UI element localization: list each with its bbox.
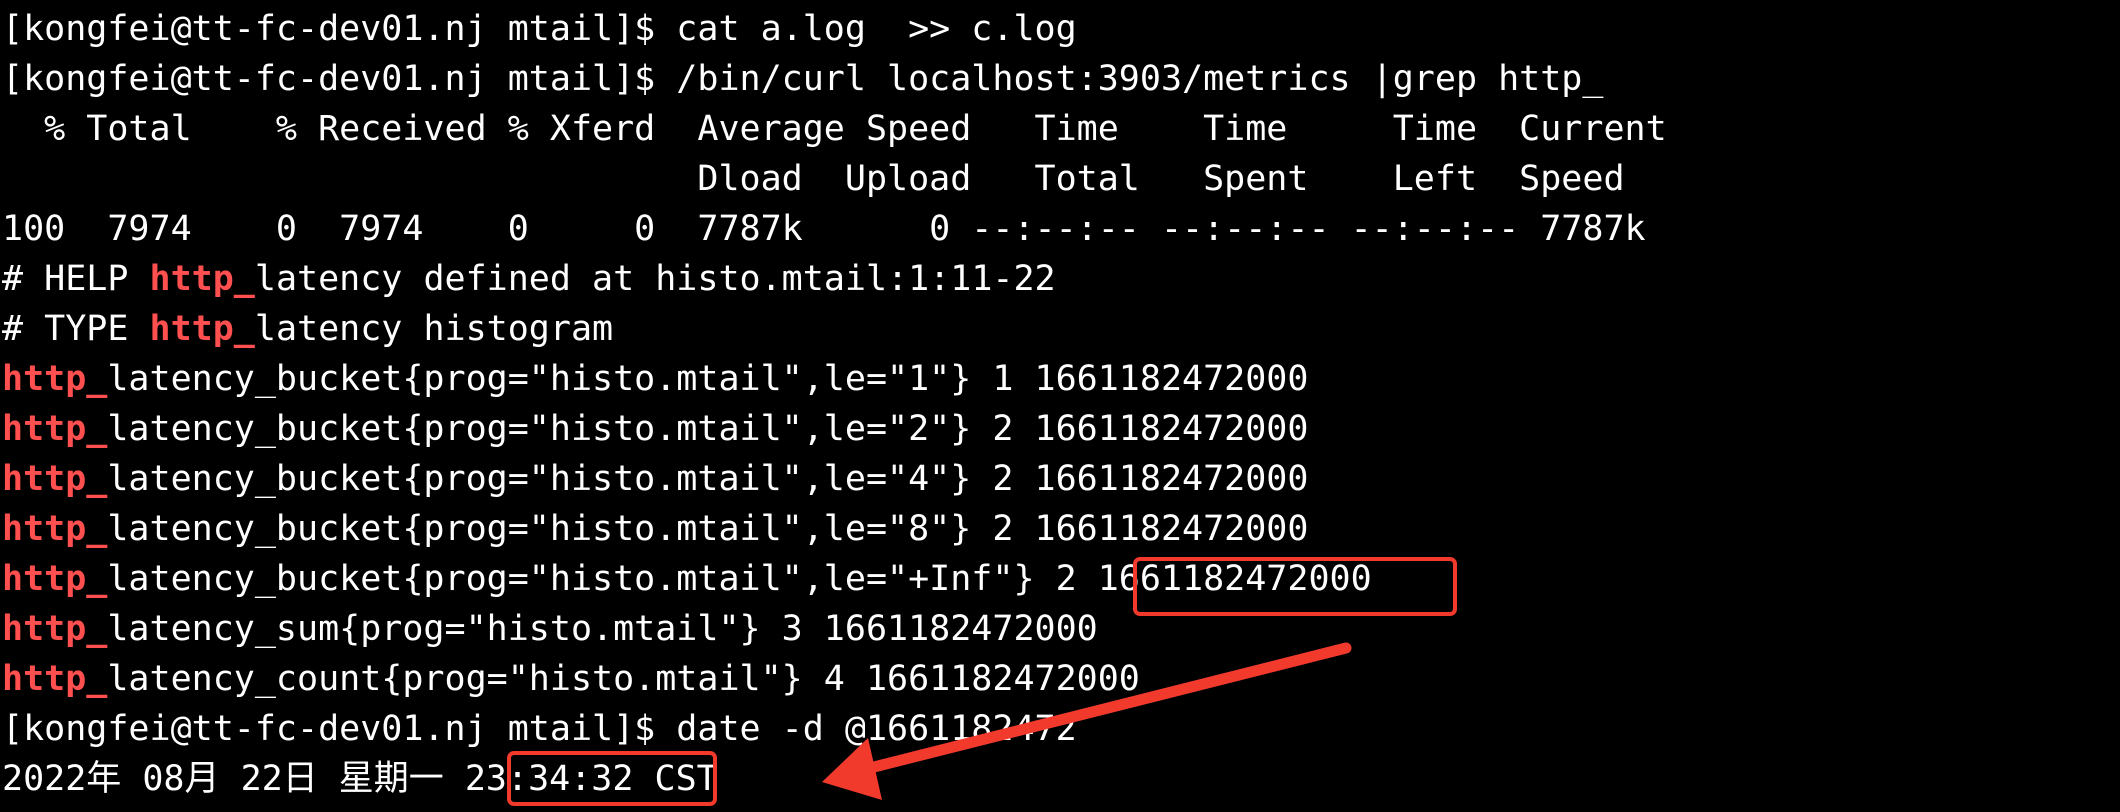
grep-match-highlight: http_ bbox=[2, 609, 108, 649]
terminal-output: [kongfei@tt-fc-dev01.nj mtail]$ cat a.lo… bbox=[2, 4, 1667, 804]
terminal-line: % Total % Received % Xferd Average Speed… bbox=[2, 109, 1667, 149]
terminal-line: 2022年 08月 22日 星期一 23:34:32 CST bbox=[2, 759, 718, 799]
terminal-line: http_latency_bucket{prog="histo.mtail",l… bbox=[2, 454, 1667, 504]
terminal-line: # TYPE http_latency histogram bbox=[2, 304, 1667, 354]
grep-match-highlight: http_ bbox=[149, 309, 255, 349]
terminal-line: [kongfei@tt-fc-dev01.nj mtail]$ /bin/cur… bbox=[2, 59, 1604, 99]
terminal-line: http_latency_bucket{prog="histo.mtail",l… bbox=[2, 354, 1667, 404]
line-text: latency_sum{prog="histo.mtail"} 3 166118… bbox=[107, 609, 1098, 649]
terminal-line: [kongfei@tt-fc-dev01.nj mtail]$ date -d … bbox=[2, 709, 1077, 749]
line-text: latency_bucket{prog="histo.mtail",le="1"… bbox=[107, 359, 1309, 399]
time-highlight-box bbox=[507, 751, 717, 806]
line-text: latency histogram bbox=[254, 309, 614, 349]
terminal-window[interactable]: [kongfei@tt-fc-dev01.nj mtail]$ cat a.lo… bbox=[0, 0, 2120, 812]
grep-match-highlight: http_ bbox=[2, 509, 108, 549]
grep-match-highlight: http_ bbox=[2, 359, 108, 399]
line-text: latency_bucket{prog="histo.mtail",le="8"… bbox=[107, 509, 1309, 549]
line-text: latency_bucket{prog="histo.mtail",le="2"… bbox=[107, 409, 1309, 449]
grep-match-highlight: http_ bbox=[2, 459, 108, 499]
line-text: latency defined at histo.mtail:1:11-22 bbox=[254, 259, 1056, 299]
line-prefix: # HELP bbox=[2, 259, 150, 299]
grep-match-highlight: http_ bbox=[2, 409, 108, 449]
terminal-line: http_latency_bucket{prog="histo.mtail",l… bbox=[2, 504, 1667, 554]
grep-match-highlight: http_ bbox=[2, 559, 108, 599]
line-prefix: # TYPE bbox=[2, 309, 150, 349]
terminal-line: Dload Upload Total Spent Left Speed bbox=[2, 159, 1625, 199]
terminal-line: # HELP http_latency defined at histo.mta… bbox=[2, 254, 1667, 304]
timestamp-highlight-box bbox=[1133, 557, 1457, 616]
terminal-line: http_latency_count{prog="histo.mtail"} 4… bbox=[2, 654, 1667, 704]
line-text: latency_count{prog="histo.mtail"} 4 1661… bbox=[107, 659, 1140, 699]
terminal-line: http_latency_bucket{prog="histo.mtail",l… bbox=[2, 404, 1667, 454]
grep-match-highlight: http_ bbox=[149, 259, 255, 299]
grep-match-highlight: http_ bbox=[2, 659, 108, 699]
terminal-line: 100 7974 0 7974 0 0 7787k 0 --:--:-- --:… bbox=[2, 209, 1646, 249]
line-text: latency_bucket{prog="histo.mtail",le="4"… bbox=[107, 459, 1309, 499]
terminal-line: [kongfei@tt-fc-dev01.nj mtail]$ cat a.lo… bbox=[2, 9, 1077, 49]
